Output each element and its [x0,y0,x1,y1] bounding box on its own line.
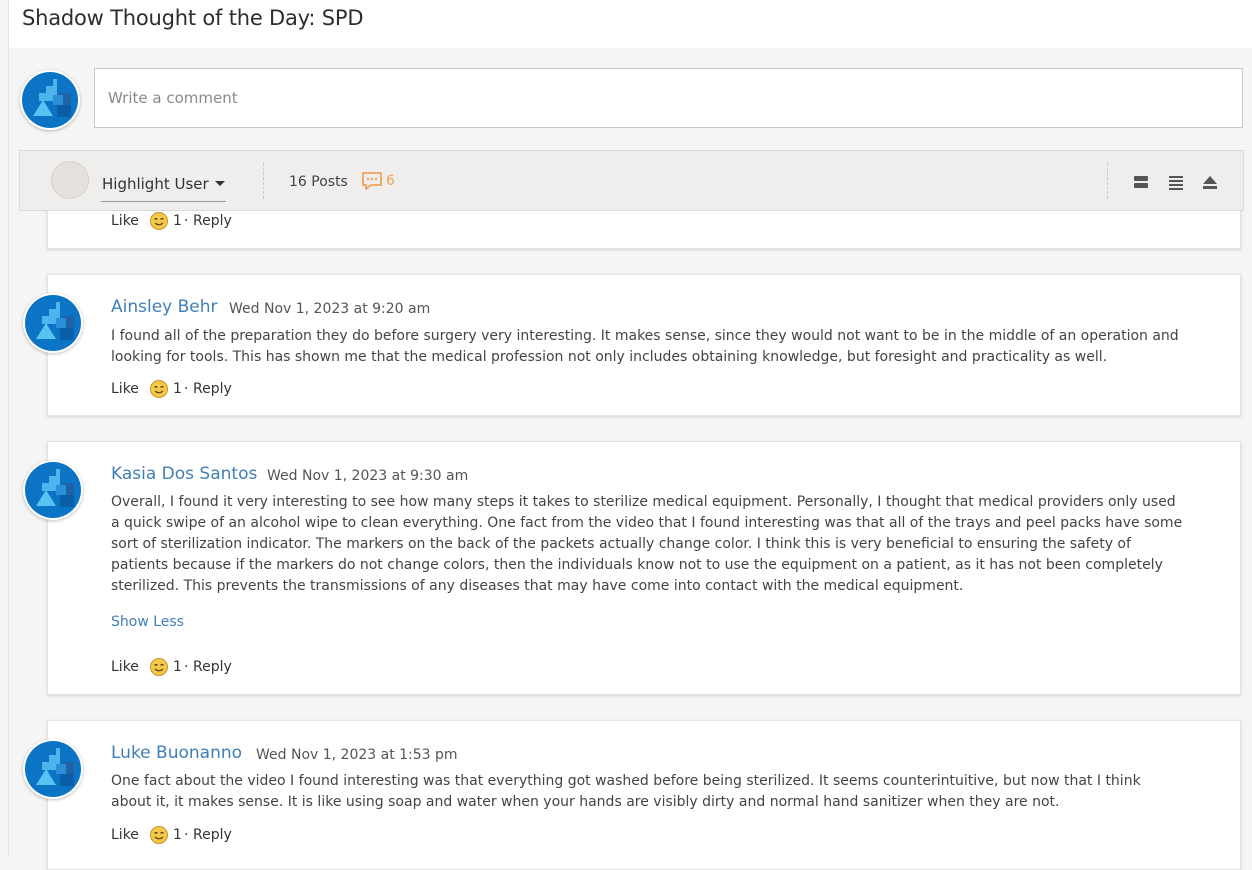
action-separator: · [184,381,189,397]
post-body: Overall, I found it very interesting to … [111,494,1183,594]
comment-bubble-icon [362,172,382,190]
like-count: 1 [173,827,182,843]
author-name[interactable]: Ainsley Behr [111,297,218,317]
like-button[interactable]: Like [111,381,139,397]
page-title: Shadow Thought of the Day: SPD [22,6,364,30]
like-button[interactable]: Like [111,827,139,843]
author-avatar[interactable] [25,741,81,797]
toolbar-divider [1107,163,1108,199]
highlight-user-avatar [51,161,89,199]
card-view-icon[interactable] [1132,173,1150,191]
action-separator: · [184,213,189,229]
post-card: Ainsley Behr Wed Nov 1, 2023 at 9:20 am … [25,274,1241,416]
like-count: 1 [173,213,182,229]
post-card: Luke Buonanno Wed Nov 1, 2023 at 1:53 pm… [25,720,1241,870]
post-timestamp: Wed Nov 1, 2023 at 9:30 am [267,468,469,484]
author-avatar[interactable] [25,462,81,518]
post-timestamp: Wed Nov 1, 2023 at 1:53 pm [256,747,458,763]
highlight-user-dropdown[interactable]: Highlight User [101,165,226,202]
current-user-avatar [22,72,78,128]
page-left-border [8,0,9,857]
like-button[interactable]: Like [111,213,139,229]
reply-button[interactable]: Reply [193,827,232,843]
comment-input[interactable] [94,68,1243,128]
posts-count: 16 Posts [289,174,348,190]
like-count: 1 [173,659,182,675]
action-separator: · [184,827,189,843]
list-view-icon[interactable] [1167,173,1185,191]
reply-button[interactable]: Reply [193,381,232,397]
collapse-icon[interactable] [1201,173,1219,191]
author-name[interactable]: Luke Buonanno [111,743,242,763]
post-timestamp: Wed Nov 1, 2023 at 9:20 am [229,301,431,317]
title-bar: Shadow Thought of the Day: SPD [9,0,1252,48]
author-avatar[interactable] [25,295,81,351]
highlight-user-label: Highlight User [102,175,209,193]
like-count: 1 [173,381,182,397]
smiley-icon [150,212,168,230]
thread-toolbar: Highlight User 16 Posts 6 [19,150,1244,211]
like-button[interactable]: Like [111,659,139,675]
unread-comment-count: 6 [386,173,395,189]
action-separator: · [184,659,189,675]
smiley-icon [150,380,168,398]
post-body: One fact about the video I found interes… [111,773,1141,810]
show-less-link[interactable]: Show Less [111,614,184,630]
author-name[interactable]: Kasia Dos Santos [111,464,257,484]
smiley-icon [150,826,168,844]
post-body: I found all of the preparation they do b… [111,328,1179,365]
reply-button[interactable]: Reply [193,659,232,675]
toolbar-divider [263,163,264,199]
smiley-icon [150,658,168,676]
post-card: Kasia Dos Santos Wed Nov 1, 2023 at 9:30… [25,441,1241,695]
unread-comments-button[interactable]: 6 [361,171,395,193]
chevron-down-icon [215,181,225,186]
reply-button[interactable]: Reply [193,213,232,229]
